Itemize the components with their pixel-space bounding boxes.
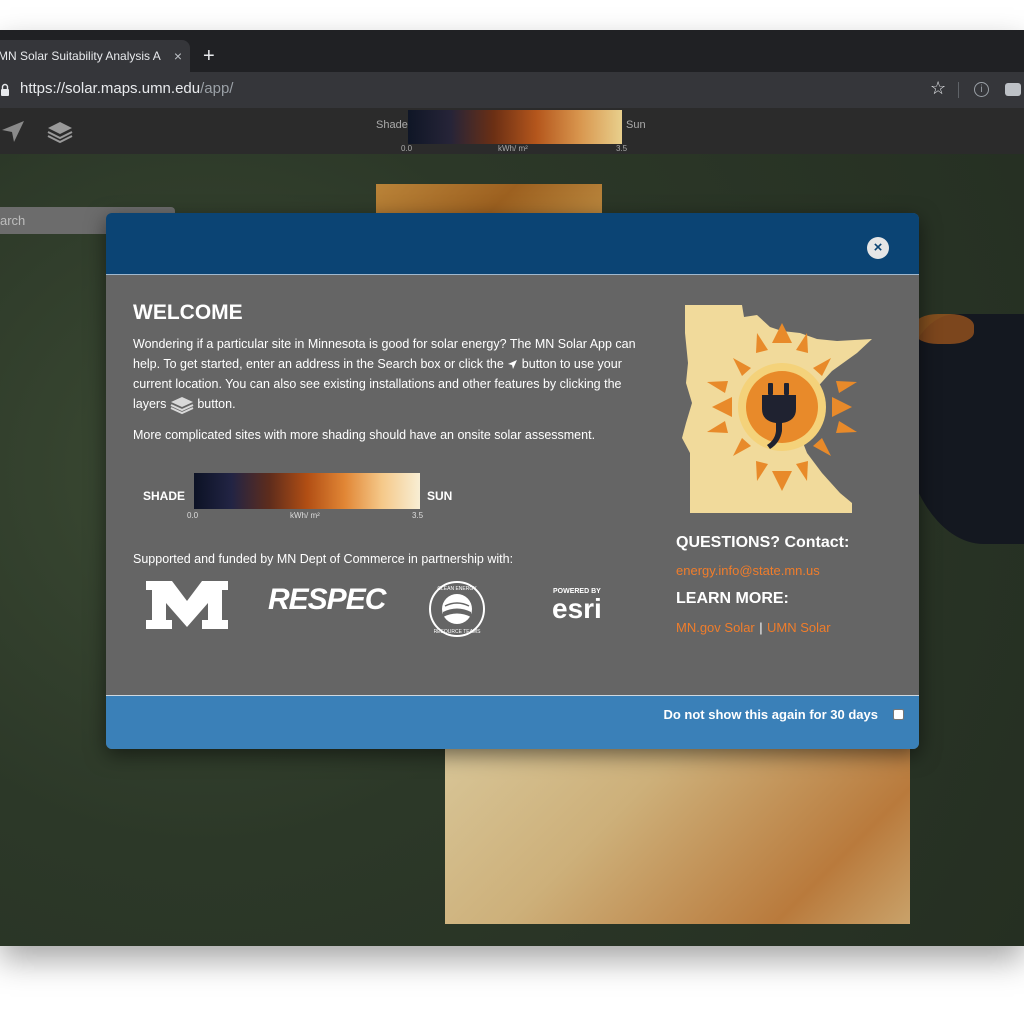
- tab-bar: MN Solar Suitability Analysis A × +: [0, 30, 1024, 72]
- browser-tab[interactable]: MN Solar Suitability Analysis A ×: [0, 40, 190, 72]
- lock-icon: [1, 83, 9, 96]
- cert-top-text: CLEAN ENERGY: [437, 586, 477, 592]
- toolbar-divider: [958, 82, 959, 98]
- intro-text-3: button.: [197, 397, 236, 411]
- cert-bottom-text: RESOURCE TEAMS: [434, 629, 482, 635]
- learn-more-links: MN.gov Solar | UMN Solar: [676, 619, 831, 637]
- locate-arrow-icon: [508, 360, 518, 370]
- layers-icon: [170, 396, 194, 414]
- legend-sun-label: SUN: [427, 489, 453, 503]
- university-of-minnesota-logo: [146, 581, 228, 629]
- legend-max: 3.5: [412, 511, 424, 520]
- layers-icon[interactable]: [47, 118, 73, 144]
- partners-caption: Supported and funded by MN Dept of Comme…: [133, 552, 514, 566]
- questions-heading: QUESTIONS? Contact:: [676, 534, 850, 551]
- info-icon[interactable]: i: [974, 82, 989, 97]
- legend-sun-label: Sun: [626, 119, 646, 131]
- legend-unit: kWh/ m²: [498, 144, 528, 153]
- respec-logo: RESPEC: [268, 583, 386, 616]
- esri-logo: POWERED BY esri: [552, 588, 602, 623]
- bookmark-star-icon[interactable]: ☆: [930, 78, 946, 99]
- legend-gradient: [194, 473, 420, 509]
- legend-max: 3.5: [616, 144, 628, 153]
- assessment-note: More complicated sites with more shading…: [133, 428, 596, 442]
- contact-email-link[interactable]: energy.info@state.mn.us: [676, 563, 820, 578]
- modal-title: WELCOME: [133, 301, 243, 324]
- legend-unit: kWh/ m²: [290, 511, 320, 520]
- locate-arrow-icon[interactable]: [0, 118, 26, 144]
- esri-wordmark: esri: [552, 593, 602, 624]
- intro-paragraph: Wondering if a particular site in Minnes…: [133, 334, 653, 415]
- mn-gov-solar-link[interactable]: MN.gov Solar: [676, 620, 755, 635]
- umn-solar-link[interactable]: UMN Solar: [767, 620, 831, 635]
- tab-close-icon[interactable]: ×: [174, 40, 182, 72]
- link-separator: |: [759, 620, 763, 635]
- map-legend: Shade Sun 0.0 kWh/ m² 3.5: [376, 110, 656, 154]
- solar-raster-shore: [914, 314, 974, 344]
- app-toolbar: Shade Sun 0.0 kWh/ m² 3.5: [0, 108, 1024, 154]
- legend-gradient: [408, 110, 622, 144]
- legend-min: 0.0: [187, 511, 199, 520]
- legend-min: 0.0: [401, 144, 413, 153]
- modal-legend: SHADE SUN 0.0 kWh/ m² 3.5: [143, 473, 463, 523]
- modal-header: ×: [106, 213, 919, 275]
- camera-icon[interactable]: [1005, 83, 1021, 96]
- modal-footer: Do not show this again for 30 days: [106, 695, 919, 749]
- modal-close-button[interactable]: ×: [867, 237, 889, 259]
- learn-more-heading: LEARN MORE:: [676, 590, 789, 607]
- legend-shade-label: Shade: [376, 119, 408, 131]
- welcome-modal: × WELCOME Wondering if a particular site…: [106, 213, 919, 749]
- tab-title: MN Solar Suitability Analysis A: [0, 49, 161, 63]
- url-host: https://solar.maps.umn.edu: [20, 80, 201, 97]
- dont-show-label[interactable]: Do not show this again for 30 days: [663, 707, 878, 722]
- new-tab-button[interactable]: +: [203, 42, 215, 70]
- url-path: /app/: [200, 80, 234, 97]
- url-text[interactable]: https://solar.maps.umn.edu/app/: [20, 80, 233, 97]
- legend-shade-label: SHADE: [143, 489, 186, 503]
- address-bar[interactable]: https://solar.maps.umn.edu/app/ ☆ i: [0, 72, 1024, 108]
- minnesota-sun-plug-icon: [682, 305, 872, 513]
- clean-energy-resource-teams-logo: CLEAN ENERGY RESOURCE TEAMS: [429, 581, 485, 637]
- dont-show-checkbox[interactable]: [893, 709, 904, 720]
